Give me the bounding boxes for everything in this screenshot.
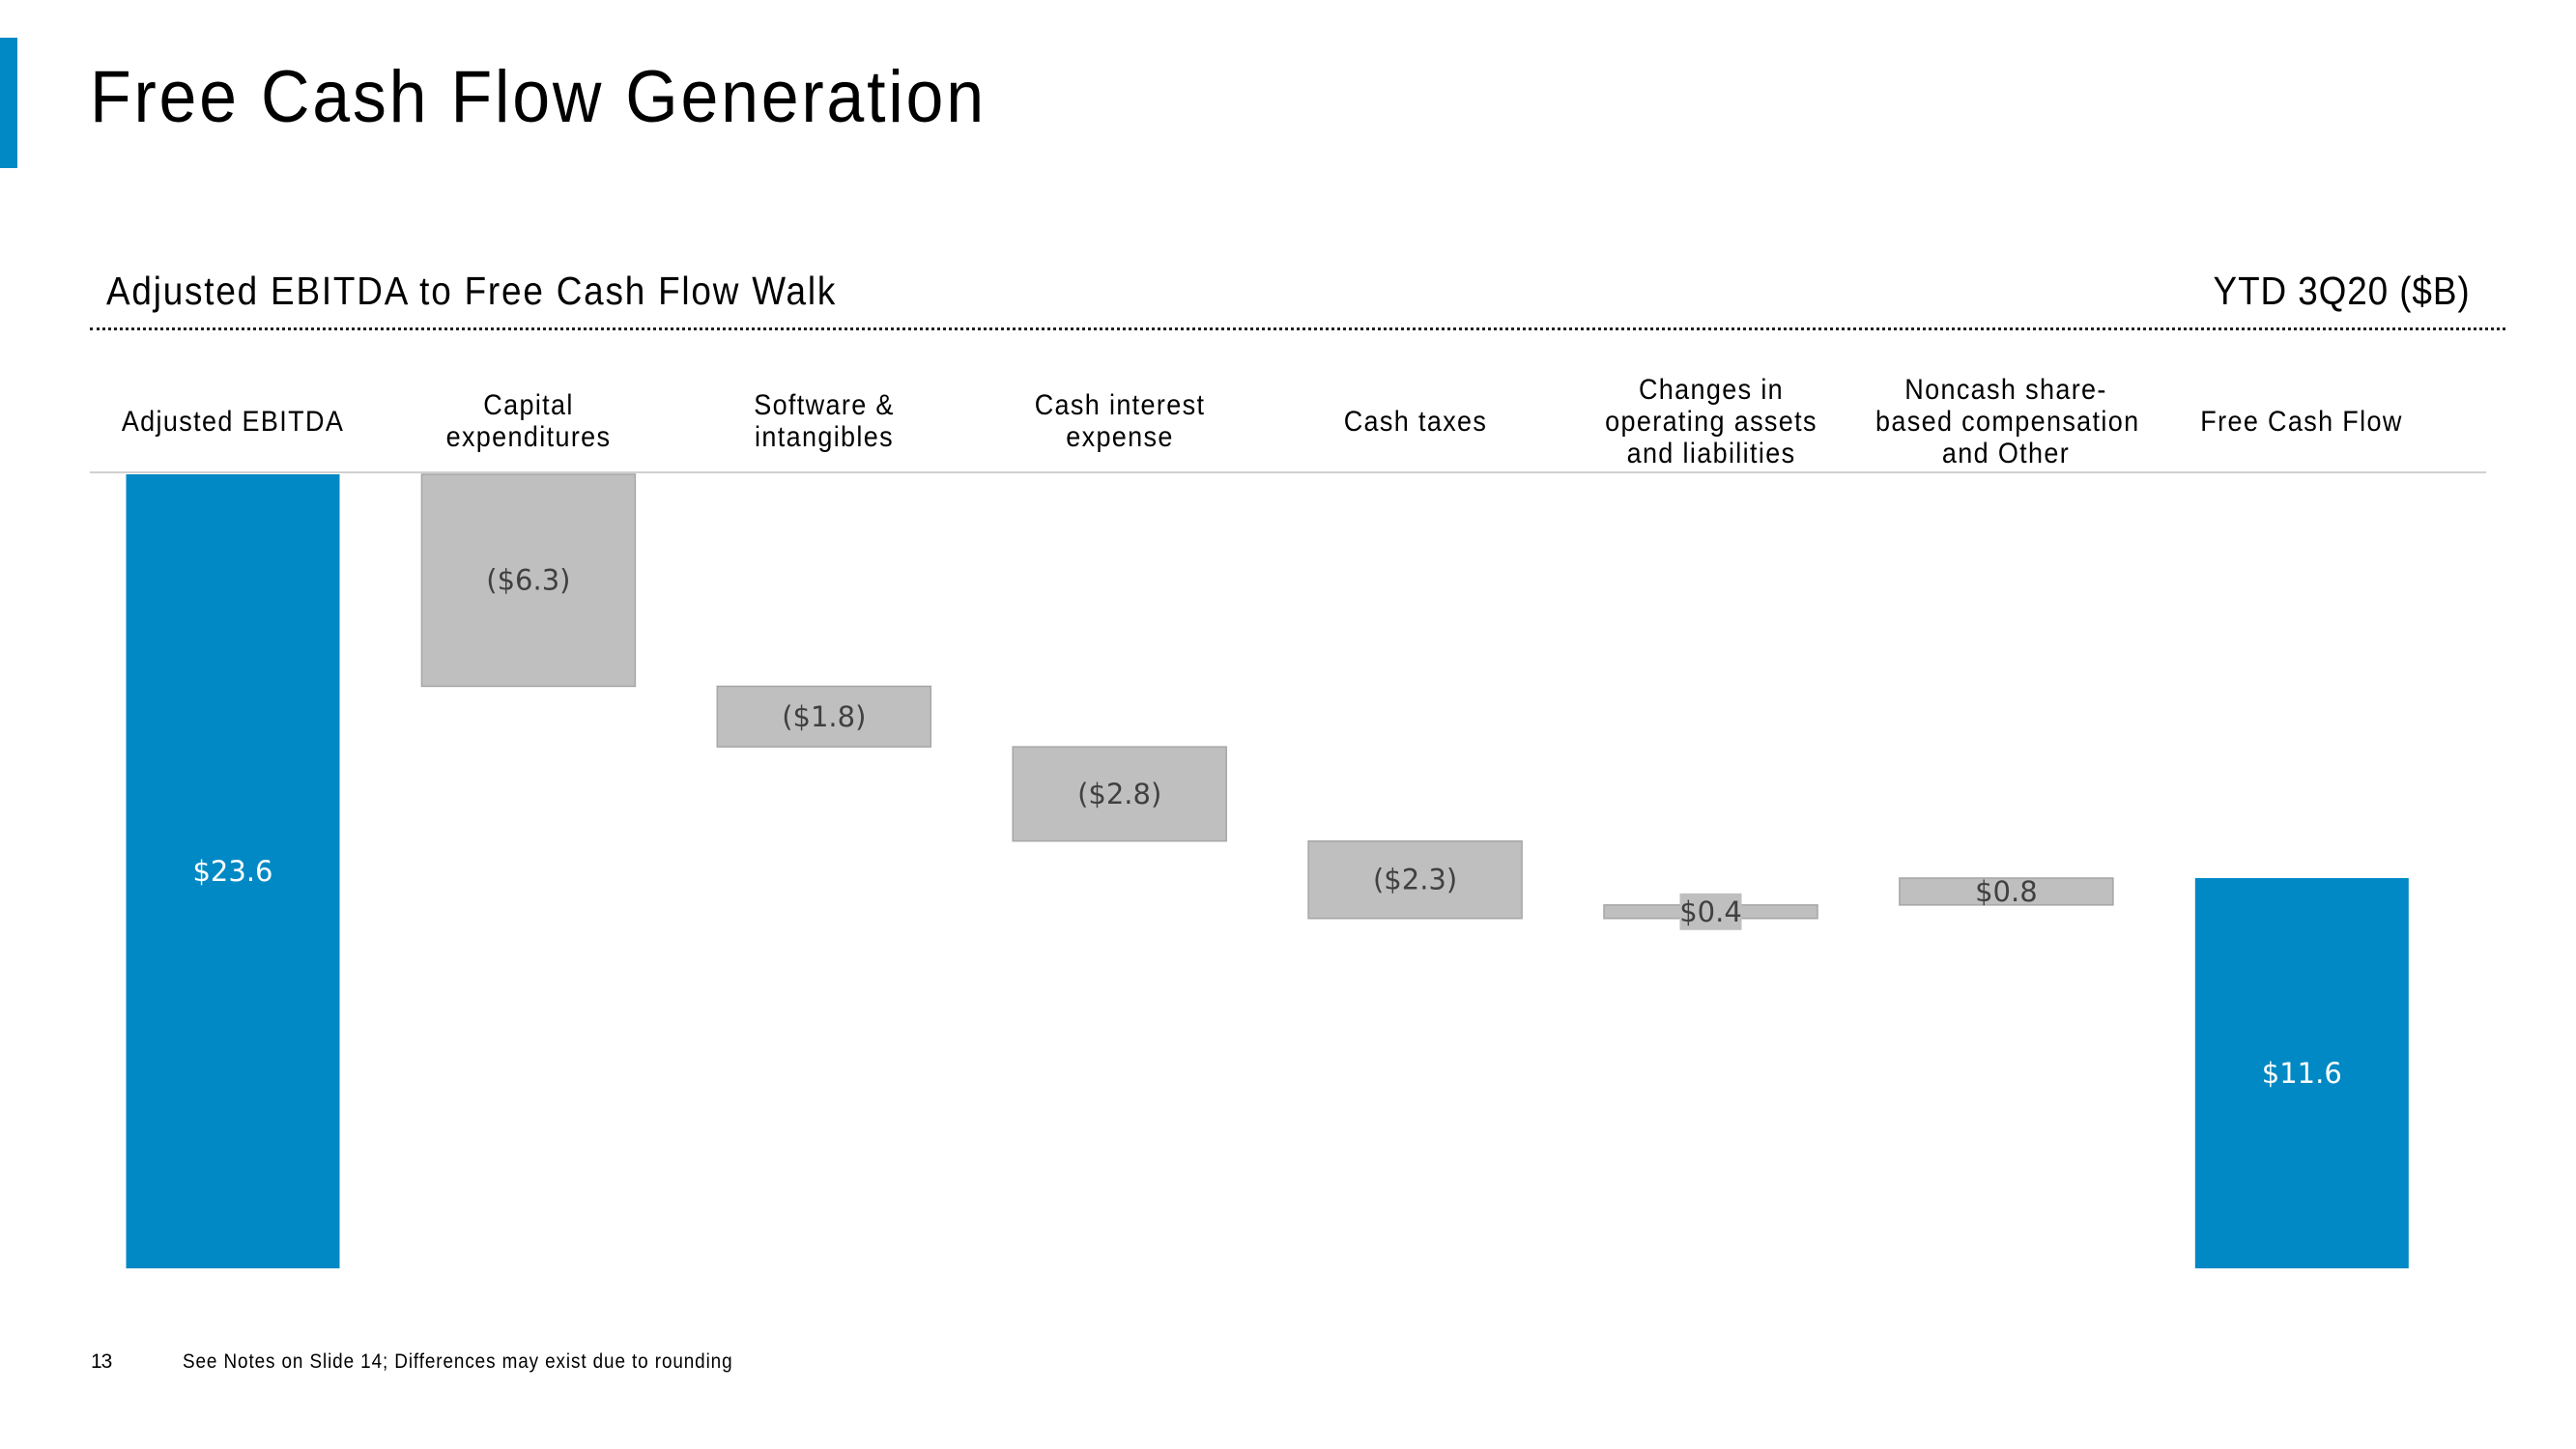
bar-value-label-2: ($1.8) [782, 700, 866, 733]
bar-value-label-7: $11.6 [2262, 1057, 2342, 1090]
bar-value-label-1: ($6.3) [486, 564, 570, 597]
bar-value-label-0: $23.6 [192, 855, 272, 888]
footnote: See Notes on Slide 14; Differences may e… [183, 1350, 733, 1373]
waterfall-chart: $23.6 ($6.3) ($1.8) ($2.8) ($2.3) $0.4 $0.8 $11… [126, 473, 2409, 1268]
bar-value-label-5: $0.4 [1679, 895, 1742, 928]
bar-value-label-4: ($2.3) [1373, 864, 1457, 896]
bar-value-label-6: $0.8 [1975, 875, 2038, 908]
page-number: 13 [91, 1350, 112, 1373]
bar-value-label-3: ($2.8) [1077, 778, 1161, 810]
